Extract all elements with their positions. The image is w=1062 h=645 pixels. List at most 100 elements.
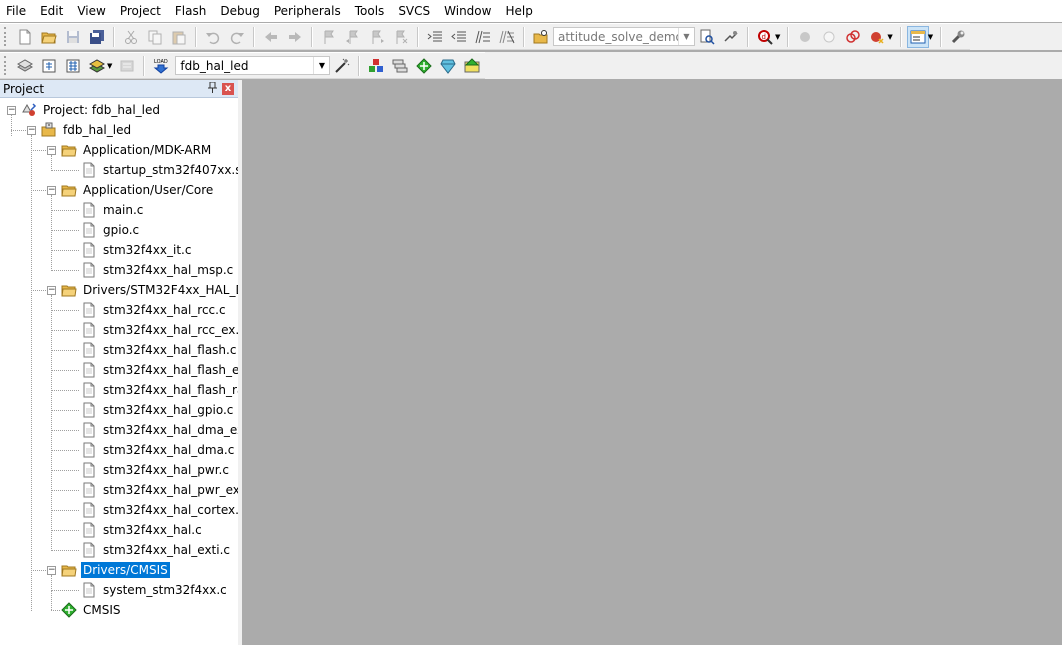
cut-button[interactable] xyxy=(120,26,142,48)
pin-icon[interactable] xyxy=(208,81,217,96)
tree-item-file[interactable]: stm32f4xx_hal_rcc_ex.c xyxy=(0,320,238,340)
chevron-down-icon[interactable]: ▼ xyxy=(775,33,780,41)
select-software-packs-button[interactable] xyxy=(437,55,459,77)
download-button[interactable]: LOAD xyxy=(150,55,172,77)
tree-item-file[interactable]: stm32f4xx_hal_exti.c xyxy=(0,540,238,560)
configure-button[interactable] xyxy=(947,26,969,48)
tree-item-file[interactable]: stm32f4xx_hal_dma_ex.c xyxy=(0,420,238,440)
collapse-toggle-icon[interactable]: − xyxy=(47,186,56,195)
incremental-find-button[interactable] xyxy=(720,26,742,48)
tree-item-file[interactable]: stm32f4xx_hal_flash_ex.c xyxy=(0,360,238,380)
navigate-forward-button[interactable] xyxy=(284,26,306,48)
chevron-down-icon[interactable]: ▼ xyxy=(928,33,933,41)
manage-multi-project-button[interactable] xyxy=(389,55,411,77)
tree-item-project[interactable]: − Project: fdb_hal_led xyxy=(0,100,238,120)
build-target-combo[interactable]: fdb_hal_led ▼ xyxy=(175,56,331,75)
editor-workspace[interactable] xyxy=(242,80,1062,645)
enable-breakpoint-button[interactable] xyxy=(818,26,840,48)
collapse-toggle-icon[interactable]: − xyxy=(27,126,36,135)
find-button[interactable] xyxy=(696,26,718,48)
build-button[interactable] xyxy=(38,55,60,77)
tree-item-file[interactable]: stm32f4xx_hal_dma.c xyxy=(0,440,238,460)
toolbar-grip[interactable] xyxy=(4,56,9,75)
next-bookmark-button[interactable] xyxy=(366,26,388,48)
find-text-value: attitude_solve_demo xyxy=(558,29,678,44)
tree-item-file[interactable]: stm32f4xx_hal_pwr_ex.c xyxy=(0,480,238,500)
save-all-button[interactable] xyxy=(86,26,108,48)
redo-button[interactable] xyxy=(226,26,248,48)
tree-item-file[interactable]: stm32f4xx_hal_gpio.c xyxy=(0,400,238,420)
arrow-left-icon xyxy=(265,31,277,42)
tree-item-file[interactable]: system_stm32f4xx.c xyxy=(0,580,238,600)
save-button[interactable] xyxy=(62,26,84,48)
tree-item-file[interactable]: stm32f4xx_it.c xyxy=(0,240,238,260)
window-layout-button[interactable] xyxy=(906,25,929,48)
collapse-toggle-icon[interactable]: − xyxy=(7,106,16,115)
tree-item-file[interactable]: stm32f4xx_hal_cortex.c xyxy=(0,500,238,520)
paste-button[interactable] xyxy=(168,26,190,48)
tree-connector-line xyxy=(11,130,26,131)
toolbar-grip[interactable] xyxy=(4,27,9,46)
tree-item-file[interactable]: stm32f4xx_hal_pwr.c xyxy=(0,460,238,480)
target-options-button[interactable] xyxy=(331,55,353,77)
tree-item-file[interactable]: stm32f4xx_hal_rcc.c xyxy=(0,300,238,320)
tree-item-file[interactable]: stm32f4xx_hal_msp.c xyxy=(0,260,238,280)
tree-item-file[interactable]: stm32f4xx_hal.c xyxy=(0,520,238,540)
menu-view[interactable]: View xyxy=(70,0,112,22)
start-debug-session-button[interactable]: d xyxy=(754,26,776,48)
close-panel-button[interactable]: x xyxy=(222,83,234,95)
comment-selection-button[interactable] xyxy=(472,26,494,48)
menu-peripherals[interactable]: Peripherals xyxy=(267,0,348,22)
chevron-down-icon[interactable]: ▼ xyxy=(313,57,329,74)
tree-item-file[interactable]: stm32f4xx_hal_flash_ramf xyxy=(0,380,238,400)
copy-button[interactable] xyxy=(144,26,166,48)
insert-breakpoint-button[interactable] xyxy=(794,26,816,48)
menu-edit[interactable]: Edit xyxy=(33,0,70,22)
batch-build-button[interactable] xyxy=(86,55,108,77)
tree-connector-line xyxy=(51,155,52,171)
menu-help[interactable]: Help xyxy=(498,0,539,22)
chevron-down-icon[interactable]: ▼ xyxy=(678,28,694,45)
find-text-combo[interactable]: attitude_solve_demo ▼ xyxy=(553,27,695,46)
menu-tools[interactable]: Tools xyxy=(348,0,392,22)
manage-run-time-environment-button[interactable] xyxy=(413,55,435,77)
collapse-toggle-icon[interactable]: − xyxy=(47,146,56,155)
tree-item-target[interactable]: − fdb_hal_led xyxy=(0,120,238,140)
uncomment-selection-button[interactable] xyxy=(496,26,518,48)
tree-connector-line xyxy=(51,470,79,471)
chevron-down-icon[interactable]: ▼ xyxy=(887,33,892,41)
clear-bookmarks-button[interactable] xyxy=(390,26,412,48)
unindent-button[interactable] xyxy=(448,26,470,48)
open-file-button[interactable] xyxy=(38,26,60,48)
collapse-toggle-icon[interactable]: − xyxy=(47,286,56,295)
menu-debug[interactable]: Debug xyxy=(213,0,266,22)
tree-item-file[interactable]: startup_stm32f407xx.s xyxy=(0,160,238,180)
file-label: stm32f4xx_hal_flash.c xyxy=(103,343,237,357)
file-extensions-button[interactable] xyxy=(365,55,387,77)
tree-item-file[interactable]: stm32f4xx_hal_flash.c xyxy=(0,340,238,360)
file-icon-wrap xyxy=(81,322,97,338)
menu-project[interactable]: Project xyxy=(113,0,168,22)
menu-file[interactable]: File xyxy=(0,0,33,22)
pack-installer-button[interactable] xyxy=(461,55,483,77)
tree-item-file[interactable]: gpio.c xyxy=(0,220,238,240)
find-in-files-button[interactable] xyxy=(530,26,552,48)
menu-window[interactable]: Window xyxy=(437,0,498,22)
undo-button[interactable] xyxy=(202,26,224,48)
collapse-toggle-icon[interactable]: − xyxy=(47,566,56,575)
navigate-back-button[interactable] xyxy=(260,26,282,48)
tree-item-cmsis[interactable]: CMSIS xyxy=(0,600,238,620)
indent-button[interactable] xyxy=(424,26,446,48)
menu-flash[interactable]: Flash xyxy=(168,0,213,22)
new-file-button[interactable] xyxy=(14,26,36,48)
tree-item-file[interactable]: main.c xyxy=(0,200,238,220)
translate-button[interactable] xyxy=(14,55,36,77)
previous-bookmark-button[interactable] xyxy=(342,26,364,48)
insert-bookmark-button[interactable] xyxy=(318,26,340,48)
kill-all-breakpoints-button[interactable] xyxy=(866,26,888,48)
chevron-down-icon[interactable]: ▼ xyxy=(107,62,112,70)
stop-build-button[interactable] xyxy=(116,55,138,77)
menu-svcs[interactable]: SVCS xyxy=(391,0,437,22)
disable-all-breakpoints-button[interactable] xyxy=(842,26,864,48)
rebuild-button[interactable] xyxy=(62,55,84,77)
